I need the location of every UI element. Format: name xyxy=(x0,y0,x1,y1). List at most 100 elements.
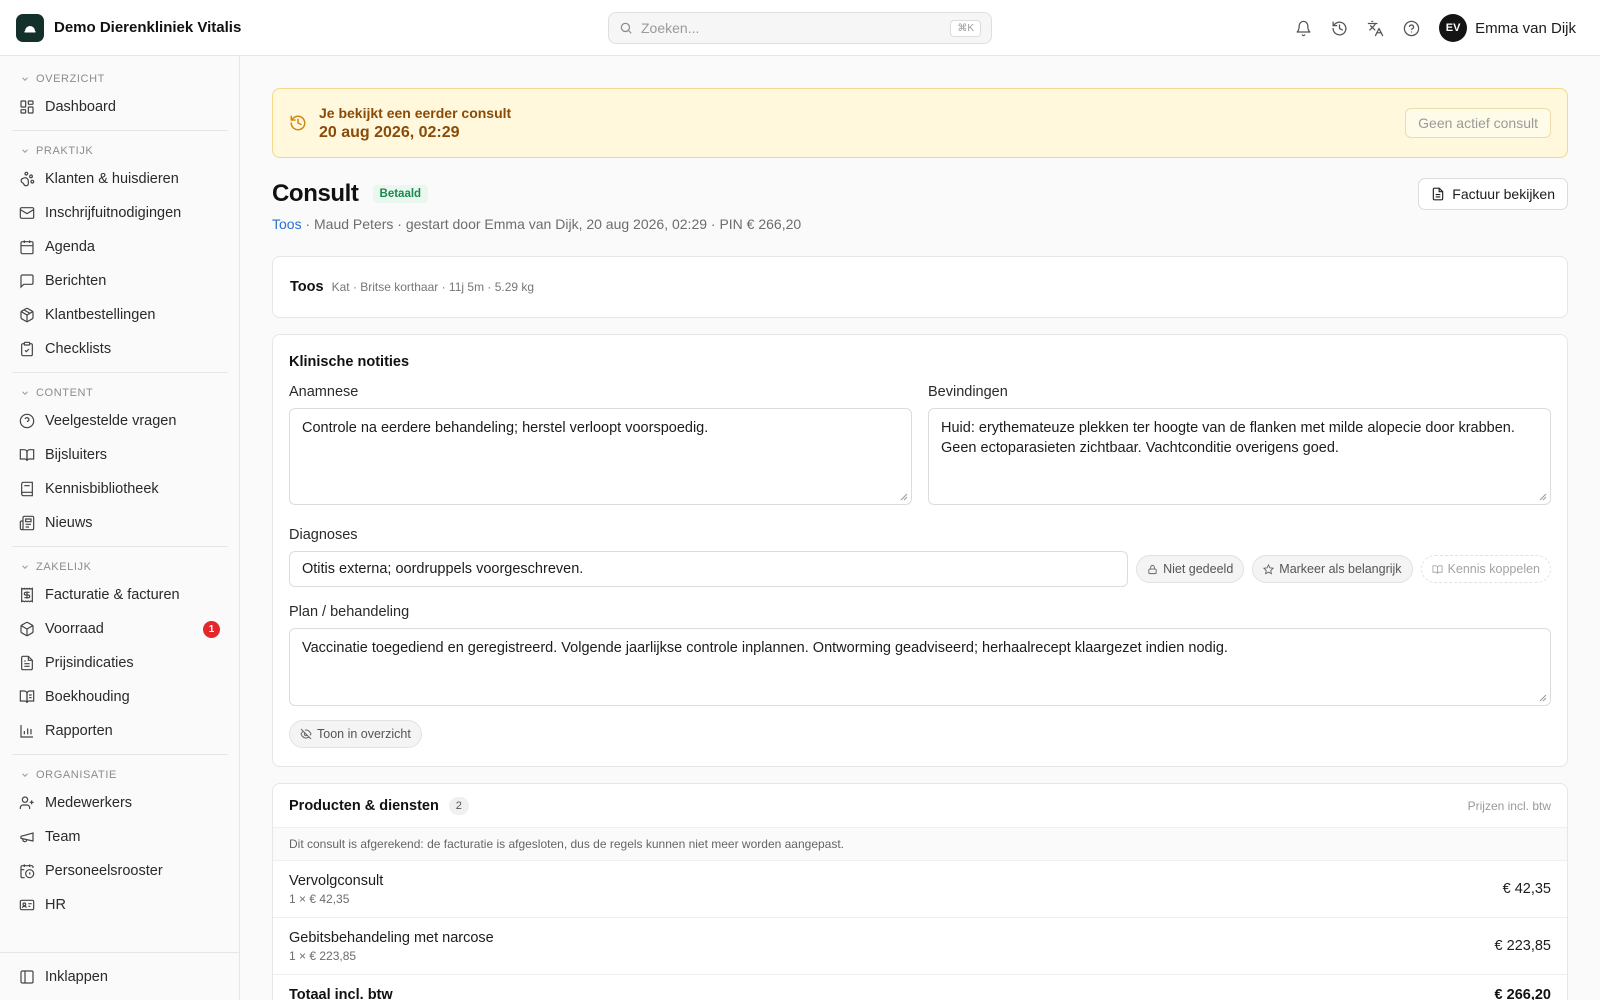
resize-handle-icon xyxy=(1539,493,1547,501)
clipboard-icon xyxy=(21,341,33,357)
sidebar-item-berichten[interactable]: Berichten xyxy=(12,264,228,298)
past-consult-banner: Je bekijkt een eerder consult 20 aug 202… xyxy=(272,88,1568,158)
notification-badge: 1 xyxy=(203,621,220,638)
sidebar-item-klanten[interactable]: Klanten & huisdieren xyxy=(12,162,228,196)
banner-datetime: 20 aug 2026, 02:29 xyxy=(319,123,460,141)
brand[interactable]: Demo Dierenkliniek Vitalis xyxy=(0,13,560,42)
eye-off-icon xyxy=(300,728,312,740)
help-icon[interactable] xyxy=(1393,10,1429,46)
section-content[interactable]: CONTENT xyxy=(12,382,228,404)
users-icon xyxy=(19,796,34,809)
sidebar-item-label: Berichten xyxy=(45,273,107,289)
sidebar-item-hr[interactable]: HR xyxy=(12,888,228,922)
section-title: PRAKTIJK xyxy=(36,145,94,157)
pet-link[interactable]: Toos xyxy=(272,216,302,232)
sidebar-item-nieuws[interactable]: Nieuws xyxy=(12,506,228,540)
sidebar-item-kennisbibliotheek[interactable]: Kennisbibliotheek xyxy=(12,472,228,506)
section-zakelijk[interactable]: ZAKELIJK xyxy=(12,556,228,578)
clinical-notes-card: Klinische notities Anamnese Controle na … xyxy=(272,334,1568,767)
history-icon[interactable] xyxy=(1321,10,1357,46)
ledger-icon xyxy=(19,690,35,704)
card-title: Klinische notities xyxy=(289,354,410,370)
sidebar-item-prijsindicaties[interactable]: Prijsindicaties xyxy=(12,646,228,680)
divider xyxy=(12,130,228,131)
sidebar-item-facturatie[interactable]: Facturatie & facturen xyxy=(12,578,228,612)
sidebar-item-label: HR xyxy=(45,897,66,913)
top-bar: Demo Dierenkliniek Vitalis ⌘K EV Emma va… xyxy=(0,0,1600,56)
total-amount: € 266,20 xyxy=(1494,987,1551,1000)
bevindingen-textarea[interactable]: Huid: erythemateuze plekken ter hoogte v… xyxy=(928,408,1551,505)
user-menu[interactable]: EV Emma van Dijk xyxy=(1439,14,1576,42)
sidebar-item-dashboard[interactable]: Dashboard xyxy=(12,90,228,124)
anamnese-label: Anamnese xyxy=(289,384,359,400)
section-title: ZAKELIJK xyxy=(36,561,92,573)
sidebar-item-bijsluiters[interactable]: Bijsluiters xyxy=(12,438,228,472)
consult-meta: Toos · Maud Peters · gestart door Emma v… xyxy=(272,216,1568,232)
diagnoses-input[interactable]: Otitis externa; oordruppels voorgeschrev… xyxy=(289,551,1129,587)
show-in-overview-toggle[interactable]: Toon in overzicht xyxy=(289,720,422,748)
view-invoice-button[interactable]: Factuur bekijken xyxy=(1418,178,1568,210)
sidebar-item-medewerkers[interactable]: Medewerkers xyxy=(12,786,228,820)
lock-icon xyxy=(1148,564,1157,574)
notes-row: Anamnese Controle na eerdere behandeling… xyxy=(289,384,1551,505)
bell-icon[interactable] xyxy=(1285,10,1321,46)
section-organisatie[interactable]: ORGANISATIE xyxy=(12,764,228,786)
line-quantity: 1 × € 223,85 xyxy=(289,948,357,963)
link-knowledge-button[interactable]: Kennis koppelen xyxy=(1420,555,1551,583)
anamnese-textarea[interactable]: Controle na eerdere behandeling; herstel… xyxy=(289,408,912,505)
sidebar-item-inschrijfuitnodigingen[interactable]: Inschrijfuitnodigingen xyxy=(12,196,228,230)
mark-important-button[interactable]: Markeer als belangrijk xyxy=(1252,555,1413,583)
package-icon xyxy=(20,307,34,323)
sidebar-nav[interactable]: OVERZICHT Dashboard PRAKTIJK Klanten & h… xyxy=(0,56,239,952)
receipt-icon xyxy=(21,587,33,603)
search-shortcut: ⌘K xyxy=(950,19,981,37)
chevron-down-icon xyxy=(22,773,28,777)
sidebar-item-personeelsrooster[interactable]: Personeelsrooster xyxy=(12,854,228,888)
sidebar-item-label: Prijsindicaties xyxy=(45,655,134,671)
sidebar-item-klantbestellingen[interactable]: Klantbestellingen xyxy=(12,298,228,332)
book-icon xyxy=(21,481,33,497)
sidebar-item-rapporten[interactable]: Rapporten xyxy=(12,714,228,748)
section-title: ORGANISATIE xyxy=(36,769,117,781)
sidebar-item-label: Bijsluiters xyxy=(45,447,108,463)
search-box[interactable]: ⌘K xyxy=(608,12,992,44)
history-icon xyxy=(289,114,307,132)
sidebar-item-label: Klanten & huisdieren xyxy=(45,171,179,187)
plan-textarea[interactable]: Vaccinatie toegediend en geregistreerd. … xyxy=(289,628,1551,706)
sidebar-item-faq[interactable]: Veelgestelde vragen xyxy=(12,404,228,438)
section-praktijk[interactable]: PRAKTIJK xyxy=(12,140,228,162)
line-quantity: 1 × € 42,35 xyxy=(289,891,350,906)
divider xyxy=(12,372,228,373)
sidebar-item-label: Klantbestellingen xyxy=(45,307,156,323)
pill-label: Niet gedeeld xyxy=(1163,562,1234,576)
products-services-card: Producten & diensten 2 Prijzen incl. btw… xyxy=(272,783,1568,1000)
sidebar-item-label: Kennisbibliotheek xyxy=(45,481,159,497)
no-active-consult-button[interactable]: Geen actief consult xyxy=(1405,108,1551,138)
line-info: Vervolgconsult 1 × € 42,35 xyxy=(289,873,383,906)
line-info: Gebitsbehandeling met narcose 1 × € 223,… xyxy=(289,930,494,963)
sidebar-item-boekhouding[interactable]: Boekhouding xyxy=(12,680,228,714)
sidebar-item-label: Veelgestelde vragen xyxy=(45,413,177,429)
sidebar-item-voorraad[interactable]: Voorraad 1 xyxy=(12,612,228,646)
line-name: Gebitsbehandeling met narcose xyxy=(289,929,494,946)
sidebar-item-team[interactable]: Team xyxy=(12,820,228,854)
translate-icon[interactable] xyxy=(1357,10,1393,46)
anamnese-value: Controle na eerdere behandeling; herstel… xyxy=(302,420,709,436)
sidebar-item-label: Facturatie & facturen xyxy=(45,587,180,603)
sidebar-item-checklists[interactable]: Checklists xyxy=(12,332,228,366)
divider xyxy=(12,754,228,755)
collapse-sidebar-button[interactable]: Inklappen xyxy=(0,952,239,1000)
sidebar-item-label: Boekhouding xyxy=(45,689,130,705)
pet-summary-card: Toos Kat · Britse korthaar · 11j 5m · 5.… xyxy=(272,256,1568,318)
star-icon xyxy=(1263,563,1275,574)
search-input[interactable] xyxy=(641,20,943,36)
not-shared-toggle[interactable]: Niet gedeeld xyxy=(1136,555,1245,583)
diagnoses-row: Otitis externa; oordruppels voorgeschrev… xyxy=(289,551,1551,587)
button-label: Factuur bekijken xyxy=(1452,186,1555,202)
bevindingen-label: Bevindingen xyxy=(928,384,1008,400)
bevindingen-value: Huid: erythemateuze plekken ter hoogte v… xyxy=(941,420,1515,456)
sidebar-item-label: Team xyxy=(45,829,81,845)
section-overzicht[interactable]: OVERZICHT xyxy=(12,68,228,90)
sidebar-item-agenda[interactable]: Agenda xyxy=(12,230,228,264)
calendar-clock-icon xyxy=(20,864,35,879)
